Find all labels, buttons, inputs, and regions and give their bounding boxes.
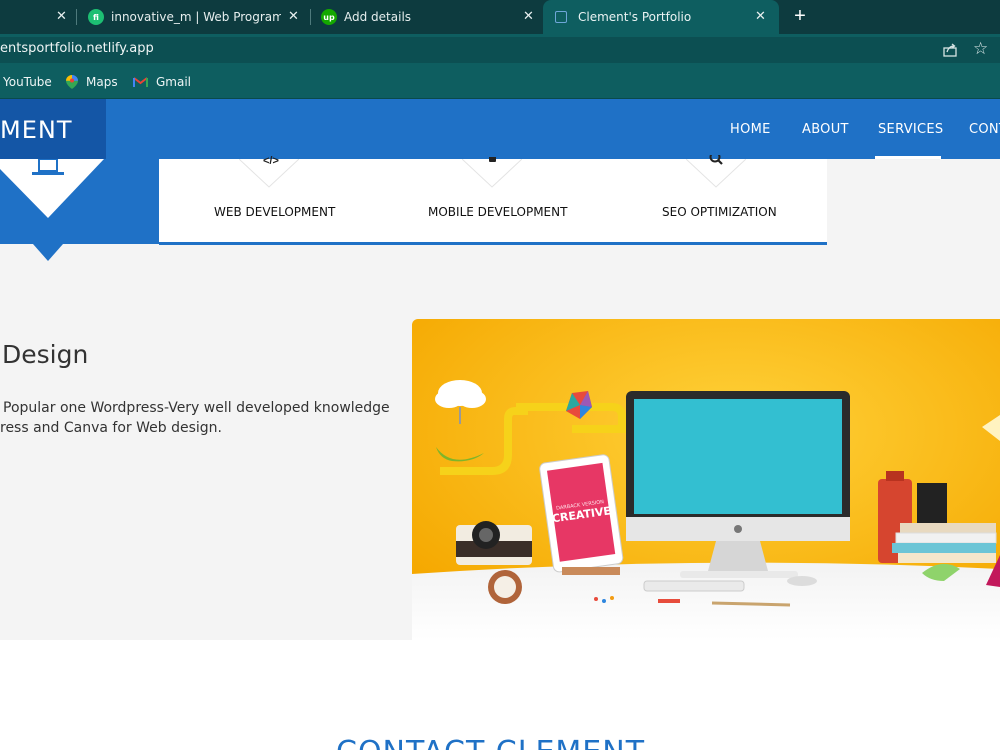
service-mobile-development[interactable]: MOBILE DEVELOPMENT xyxy=(428,205,567,219)
design-line-2: ress and Canva for Web design. xyxy=(0,420,222,436)
bookmark-label: Maps xyxy=(86,75,118,89)
bookmark-maps[interactable]: Maps xyxy=(66,75,118,89)
nav-contact[interactable]: CONT xyxy=(969,122,1000,137)
bookmark-label: Gmail xyxy=(156,75,192,89)
gmail-icon xyxy=(133,76,148,87)
url-text: entsportfolio.netlify.app xyxy=(0,41,154,56)
service-web-development[interactable]: WEB DEVELOPMENT xyxy=(214,205,335,219)
tab-strip: ✕ fi innovative_m | Web Programmin ✕ up … xyxy=(0,0,1000,34)
contact-section xyxy=(0,640,1000,750)
close-icon[interactable]: ✕ xyxy=(755,9,766,24)
maps-pin-icon xyxy=(66,75,78,89)
close-icon[interactable]: ✕ xyxy=(288,9,299,24)
logo-text: MENT xyxy=(0,116,73,144)
tab-separator xyxy=(76,9,77,25)
address-bar[interactable]: entsportfolio.netlify.app ☆ xyxy=(0,37,1000,63)
creative-workspace-image: DARBACK VERSION CREATIVE xyxy=(412,319,1000,640)
fiverr-favicon-icon: fi xyxy=(88,9,104,25)
nav-home[interactable]: HOME xyxy=(730,122,771,137)
bookmark-youtube[interactable]: YouTube xyxy=(3,75,52,89)
tab-title: innovative_m | Web Programmin xyxy=(111,10,281,24)
nav-about[interactable]: ABOUT xyxy=(802,122,849,137)
nav-active-indicator xyxy=(875,156,941,159)
upwork-favicon-icon: up xyxy=(321,9,337,25)
globe-favicon-icon xyxy=(555,11,567,23)
tab-title: Add details xyxy=(344,10,412,24)
panel-pointer xyxy=(33,244,63,261)
tab-clements-portfolio[interactable]: Clement's Portfolio ✕ xyxy=(543,0,779,34)
logo[interactable]: MENT xyxy=(0,99,106,159)
contact-heading: CONTACT CLEMENT xyxy=(336,735,645,750)
service-seo-optimization[interactable]: SEO OPTIMIZATION xyxy=(662,205,777,219)
laptop-icon xyxy=(32,159,64,175)
services-card: </> WEB DEVELOPMENT MOBILE DEVELOPMENT S… xyxy=(159,155,827,245)
tab-separator xyxy=(310,9,311,25)
new-tab-button[interactable]: + xyxy=(790,5,810,27)
nav-services[interactable]: SERVICES xyxy=(878,122,943,137)
tab-add-details[interactable]: up Add details ✕ xyxy=(321,0,543,34)
mobile-service-diamond xyxy=(462,159,522,188)
tab-innovative[interactable]: fi innovative_m | Web Programmin ✕ xyxy=(88,0,308,34)
panel-diamond xyxy=(0,159,104,218)
star-icon[interactable]: ☆ xyxy=(973,39,988,59)
bookmarks-bar: YouTube Maps Gmail xyxy=(0,66,1000,99)
workspace-illustration: DARBACK VERSION CREATIVE xyxy=(412,319,1000,640)
design-line-1: Popular one Wordpress-Very well develope… xyxy=(3,400,390,416)
tab-previous[interactable]: ✕ xyxy=(0,0,76,34)
design-description: Popular one Wordpress-Very well develope… xyxy=(0,398,400,438)
browser-window: ✕ fi innovative_m | Web Programmin ✕ up … xyxy=(0,0,1000,750)
code-icon: </> xyxy=(263,155,279,167)
service-icon-panel xyxy=(0,159,159,244)
bookmark-gmail[interactable]: Gmail xyxy=(133,75,191,89)
close-icon[interactable]: ✕ xyxy=(523,9,534,24)
mobile-icon xyxy=(489,157,496,162)
design-heading: Design xyxy=(2,340,89,369)
site-header: MENT HOME ABOUT SERVICES CONT xyxy=(0,99,1000,159)
bookmark-label: YouTube xyxy=(3,75,52,89)
close-icon[interactable]: ✕ xyxy=(56,9,67,24)
share-icon[interactable] xyxy=(942,42,958,58)
toolbar: entsportfolio.netlify.app ☆ xyxy=(0,34,1000,66)
search-icon xyxy=(709,155,723,165)
tab-title: Clement's Portfolio xyxy=(578,10,692,24)
